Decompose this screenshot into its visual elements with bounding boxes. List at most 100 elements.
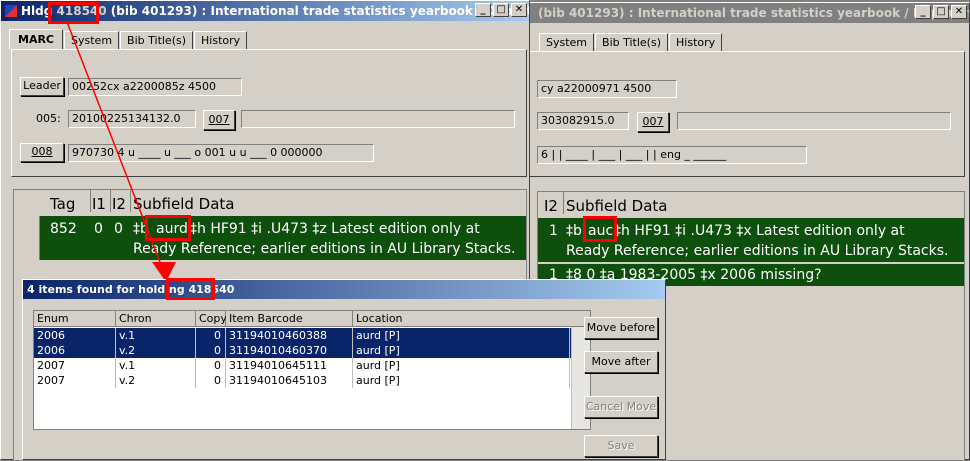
grid-divider — [110, 190, 111, 212]
leader-field[interactable]: 00252cx a2200085z 4500 — [68, 78, 242, 96]
f007-field[interactable] — [241, 110, 515, 128]
f007-button-back[interactable]: 007 — [637, 112, 669, 132]
item-row[interactable]: 2006 v.1 0 31194010460388 aurd [P] — [34, 328, 590, 343]
maximize-button-front[interactable]: □ — [493, 3, 509, 17]
items-list[interactable]: Enum Chron Copy Item Barcode Location 20… — [33, 310, 591, 430]
grid-header-subfield-back: Subfield Data — [566, 197, 668, 215]
item-barcode: 31194010645111 — [226, 358, 353, 373]
items-dialog: 4 items found for holding 418540 Enum Ch… — [22, 278, 666, 460]
annotation-box-auc — [583, 216, 617, 242]
item-copy: 0 — [196, 358, 226, 373]
item-location: aurd [P] — [353, 328, 570, 343]
button-label: Move before — [586, 321, 656, 334]
dialog-title-prefix: 4 items found for holding — [27, 283, 189, 296]
annotation-box-dialog-holding — [166, 278, 215, 300]
subfield-line2: Ready Reference; earlier editions in AU … — [566, 243, 949, 259]
item-chron: v.1 — [116, 358, 196, 373]
item-chron: v.1 — [116, 328, 196, 343]
column-header-copy[interactable]: Copy — [196, 311, 227, 327]
grid-header-i2-back: I2 — [544, 197, 558, 215]
item-copy: 0 — [196, 343, 226, 358]
item-location: aurd [P] — [353, 373, 570, 388]
row-i1: 0 — [94, 221, 103, 237]
move-before-button[interactable]: Move before — [584, 317, 658, 339]
row-tag: 852 — [50, 221, 77, 237]
grid-header-i2: I2 — [112, 195, 126, 213]
tab-bib-titles[interactable]: Bib Title(s) — [120, 31, 194, 49]
tab-label: MARC — [18, 33, 55, 46]
grid-header-tag: Tag — [50, 195, 76, 213]
column-header-chron[interactable]: Chron — [116, 311, 196, 327]
button-label: Leader — [23, 79, 61, 92]
window-title-rest: (bib 401293) : International trade stati… — [106, 4, 529, 18]
f008-button[interactable]: 008 — [20, 143, 64, 162]
annotation-box-aurd — [145, 215, 191, 241]
item-row[interactable]: 2006 v.2 0 31194010460370 aurd [P] — [34, 343, 590, 358]
tab-marc[interactable]: MARC — [9, 29, 64, 49]
minimize-button-front[interactable]: _ — [475, 3, 491, 17]
grid-divider — [90, 190, 91, 212]
f008-field[interactable]: 970730 4 u ____ u ___ o 001 u u ___ 0 00… — [68, 144, 374, 162]
tab-system-back[interactable]: System — [539, 33, 595, 51]
tab-system[interactable]: System — [64, 31, 120, 49]
button-label: 008 — [31, 145, 53, 158]
move-after-button[interactable]: Move after — [584, 351, 658, 373]
subfield-line1-post: ‡h HF91 ‡i .U473 ‡z Latest edition only … — [190, 221, 480, 237]
subfield-line1-post: ‡h HF91 ‡i .U473 ‡x Latest edition only … — [614, 223, 905, 239]
item-copy: 0 — [196, 373, 226, 388]
maximize-button-back[interactable]: □ — [933, 5, 949, 19]
item-barcode: 31194010460370 — [226, 343, 353, 358]
f005-field[interactable]: 20100225134132.0 — [68, 110, 196, 128]
tab-history[interactable]: History — [194, 31, 248, 49]
annotation-box-title-holding — [48, 2, 99, 24]
item-row[interactable]: 2007 v.2 0 31194010645103 aurd [P] — [34, 373, 590, 388]
close-button-front[interactable]: ✕ — [511, 3, 527, 17]
subfield-line1-pre: ‡b — [566, 223, 582, 239]
tab-bib-titles-back[interactable]: Bib Title(s) — [595, 33, 669, 51]
item-enum: 2006 — [34, 343, 116, 358]
save-button[interactable]: Save — [584, 435, 658, 457]
title-bar-back[interactable]: (bib 401293) : International trade stati… — [501, 3, 969, 23]
column-header-location[interactable]: Location — [353, 311, 590, 327]
tab-history-back[interactable]: History — [669, 33, 723, 51]
item-chron: v.2 — [116, 343, 196, 358]
item-location: aurd [P] — [353, 343, 570, 358]
item-barcode: 31194010460388 — [226, 328, 353, 343]
f005-field-back[interactable]: 303082915.0 — [537, 112, 629, 130]
column-header-enum[interactable]: Enum — [34, 311, 116, 327]
column-header-barcode[interactable]: Item Barcode — [226, 311, 353, 327]
dialog-title-bar[interactable]: 4 items found for holding 418540 — [23, 280, 665, 299]
leader-button[interactable]: Leader — [20, 77, 64, 96]
grid-header-i1: I1 — [92, 195, 106, 213]
f007-field-back[interactable] — [677, 112, 951, 130]
f005-label: 005: — [36, 112, 61, 125]
tab-label: Bib Title(s) — [602, 36, 662, 49]
cancel-move-button[interactable]: Cancel Move — [584, 396, 658, 418]
item-chron: v.2 — [116, 373, 196, 388]
marc-row-852[interactable]: 852 0 0 ‡b aurd ‡h HF91 ‡i .U473 ‡z Late… — [40, 216, 526, 260]
item-row[interactable]: 2007 v.1 0 31194010645111 aurd [P] — [34, 358, 590, 373]
grid-divider — [130, 190, 131, 212]
button-label: 007 — [208, 113, 230, 126]
tab-label: System — [546, 36, 588, 49]
item-enum: 2006 — [34, 328, 116, 343]
button-label: Move after — [591, 355, 651, 368]
item-copy: 0 — [196, 328, 226, 343]
app-icon — [5, 5, 17, 17]
grid-divider — [563, 192, 564, 214]
grid-header-subfield: Subfield Data — [133, 195, 235, 213]
tab-label: System — [71, 34, 113, 47]
row-selector[interactable] — [14, 216, 40, 260]
item-location: aurd [P] — [353, 358, 570, 373]
row-i2: 0 — [114, 221, 123, 237]
leader-field-back[interactable]: cy a22000971 4500 — [537, 80, 677, 98]
close-button-back[interactable]: ✕ — [951, 5, 967, 19]
f007-button[interactable]: 007 — [203, 110, 235, 130]
f008-field-back[interactable]: 6 | | ____ | ___ | ___ | | eng _ ______ — [537, 146, 807, 164]
tab-label: History — [201, 34, 241, 47]
button-label: Cancel Move — [585, 400, 657, 413]
item-enum: 2007 — [34, 358, 116, 373]
item-enum: 2007 — [34, 373, 116, 388]
minimize-button-back[interactable]: _ — [915, 5, 931, 19]
subfield-line2: Ready Reference; earlier editions in AU … — [133, 241, 516, 257]
